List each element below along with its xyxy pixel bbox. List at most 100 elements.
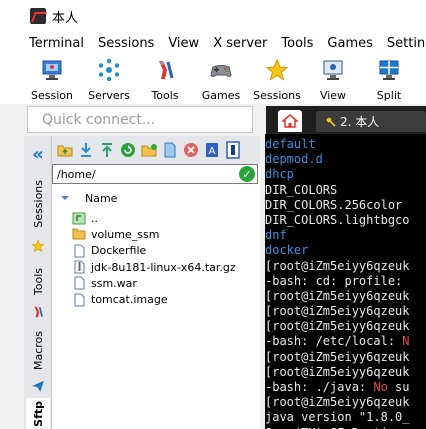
view-button[interactable]: View xyxy=(311,54,355,104)
collapse-sidebar-icon[interactable]: « xyxy=(24,144,52,165)
follow-terminal-icon[interactable] xyxy=(224,141,242,159)
split-button-label: Split xyxy=(376,89,402,102)
menu-tools[interactable]: Tools xyxy=(274,36,320,51)
vtab-sftp-label: Sftp xyxy=(31,400,45,427)
new-file-icon[interactable] xyxy=(161,141,179,159)
terminal-line: [root@iZm5eiyy6qzeuk xyxy=(265,365,426,380)
path-input[interactable] xyxy=(53,165,239,183)
terminal-line: default xyxy=(265,137,426,152)
sessions-button-label: Sessions xyxy=(253,89,301,102)
file-list: .. volume_ssm Dockerfile jdk-8u181-linux… xyxy=(72,210,258,308)
column-name: Name xyxy=(85,191,118,205)
servers-button[interactable]: Servers xyxy=(87,54,131,104)
terminal-text: DIR_COLORS xyxy=(265,182,338,197)
servers-button-label: Servers xyxy=(88,89,130,102)
terminal-line: -bash: /etc/local: N xyxy=(265,334,426,349)
terminal-line: DIR_COLORS.256color xyxy=(265,198,426,213)
terminal-text: DIR_COLORS.lightbgco xyxy=(265,212,410,227)
terminal-line: java version "1.8.0_ xyxy=(265,410,426,425)
home-tab[interactable] xyxy=(278,110,302,132)
quick-connect-box xyxy=(27,106,253,133)
terminal-output[interactable]: default depmod.d dhcp DIR_COLORS DIR_COLORS.… xyxy=(265,134,426,429)
games-button[interactable]: Games xyxy=(199,54,243,104)
terminal-line: dnf xyxy=(265,228,426,243)
menu-view[interactable]: View xyxy=(161,36,206,51)
mobaxterm-logo-icon xyxy=(30,8,46,24)
vtab-tools[interactable]: Tools xyxy=(26,262,50,302)
terminal-line: dhcp xyxy=(265,167,426,182)
session-button[interactable]: Session xyxy=(30,54,74,104)
folder-icon xyxy=(72,227,86,241)
new-folder-icon[interactable] xyxy=(140,141,158,159)
games-button-label: Games xyxy=(201,89,241,102)
parent-folder-icon[interactable] xyxy=(56,141,74,159)
file-icon xyxy=(72,244,86,258)
sort-arrow-icon xyxy=(61,196,69,200)
split-icon xyxy=(377,58,401,82)
terminal-text: dnf xyxy=(265,228,287,243)
terminal-line: -bash: ./java: No su xyxy=(265,380,426,395)
list-item[interactable]: tomcat.image xyxy=(72,291,258,307)
terminal-text: [root@iZm5eiyy6qzeuk xyxy=(265,395,410,410)
terminal-text: default xyxy=(265,137,316,151)
menu-settings[interactable]: Settings xyxy=(380,36,426,51)
sftp-panel: A ✓ Name .. volume_ssm Dockerfile jdk-8u… xyxy=(52,136,260,429)
menu-x-server[interactable]: X server xyxy=(206,36,274,51)
terminal-text: su xyxy=(387,380,410,394)
menu-bar: Terminal Sessions View X server Tools Ga… xyxy=(0,32,426,54)
list-item[interactable]: volume_ssm xyxy=(72,226,258,242)
menu-sessions[interactable]: Sessions xyxy=(91,36,161,51)
left-sidebar: « Sessions Tools Macros Sftp xyxy=(24,136,52,429)
terminal-text: No xyxy=(373,380,388,394)
tools-wrench-icon xyxy=(26,302,50,322)
terminal-line: [root@iZm5eiyy6qzeuk xyxy=(265,350,426,365)
refresh-icon[interactable] xyxy=(119,141,137,159)
terminal-text: N xyxy=(402,334,410,349)
home-icon xyxy=(282,114,298,128)
terminal-text: [root@iZm5eiyy6qzeuk xyxy=(265,349,410,364)
upload-icon[interactable] xyxy=(98,141,116,159)
quick-connect-input[interactable] xyxy=(28,107,252,132)
terminal-line: [root@iZm5eiyy6qzeuk xyxy=(265,259,426,274)
download-icon[interactable] xyxy=(77,141,95,159)
sessions-button[interactable]: Sessions xyxy=(253,54,301,104)
file-name: tomcat.image xyxy=(91,293,168,307)
file-name: ssm.war xyxy=(91,276,137,290)
terminal-text: docker xyxy=(265,243,309,258)
vtab-macros[interactable]: Macros xyxy=(26,326,50,376)
terminal-line: [root@iZm5eiyy6qzeuk xyxy=(265,304,426,319)
list-item[interactable]: Dockerfile xyxy=(72,243,258,259)
vtab-sessions[interactable]: Sessions xyxy=(26,174,50,234)
delete-icon[interactable] xyxy=(182,141,200,159)
terminal-text: -bash: cd: profile: xyxy=(265,273,403,288)
rename-icon[interactable]: A xyxy=(203,141,221,159)
terminal-text: -bash: ./java: xyxy=(265,380,374,394)
terminal-text: [root@iZm5eiyy6qzeuk xyxy=(265,304,410,319)
games-icon xyxy=(209,58,233,82)
key-icon xyxy=(326,117,336,127)
session-icon xyxy=(40,58,64,82)
list-item[interactable]: .. xyxy=(72,210,258,226)
menu-games[interactable]: Games xyxy=(320,36,379,51)
confirm-path-icon[interactable]: ✓ xyxy=(239,166,255,182)
view-button-label: View xyxy=(319,89,347,102)
vtab-sftp[interactable]: Sftp xyxy=(26,398,50,429)
tab-session-2[interactable]: 2. 本人 xyxy=(316,111,426,132)
macros-send-icon xyxy=(26,376,50,396)
tools-button[interactable]: Tools xyxy=(143,54,187,104)
menu-terminal[interactable]: Terminal xyxy=(0,36,91,51)
file-name: volume_ssm xyxy=(91,227,160,241)
split-button[interactable]: Split xyxy=(367,54,411,104)
file-name: Dockerfile xyxy=(91,244,147,258)
list-item[interactable]: jdk-8u181-linux-x64.tar.gz xyxy=(72,259,258,275)
vtab-sessions-label: Sessions xyxy=(31,180,45,228)
terminal-text: -bash: /etc/local: xyxy=(265,334,403,349)
list-item[interactable]: ssm.war xyxy=(72,275,258,291)
terminal-text: depmod.d xyxy=(265,152,323,167)
file-list-header[interactable]: Name xyxy=(52,188,258,208)
svg-text:A: A xyxy=(209,146,216,157)
terminal-line: DIR_COLORS xyxy=(265,183,426,198)
terminal-line: [root@iZm5eiyy6qzeuk xyxy=(265,319,426,334)
view-icon xyxy=(321,58,345,82)
file-name: jdk-8u181-linux-x64.tar.gz xyxy=(91,260,236,274)
